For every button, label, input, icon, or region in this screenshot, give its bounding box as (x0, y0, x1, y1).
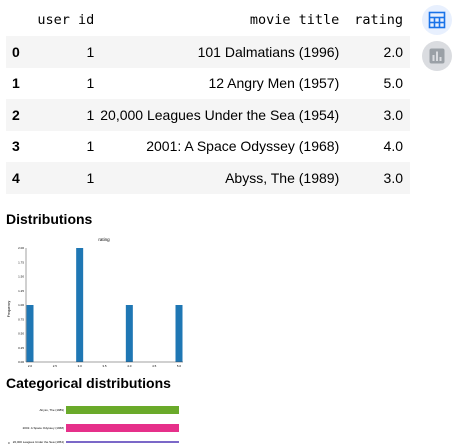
categorical-distributions-heading: Categorical distributions (6, 375, 171, 391)
cell-rating: 3.0 (383, 169, 403, 186)
cell-movie-title: 2001: A Space Odyssey (1968) (146, 138, 340, 155)
cell-user-id: 1 (86, 75, 95, 92)
table-row: 0 1 101 Dalmatians (1996) 2.0 (6, 36, 410, 68)
dataframe-table: user id movie title rating 0 1 101 Dalma… (6, 4, 410, 194)
x-tick-label: 3.0 (78, 364, 83, 368)
cell-movie-title: Abyss, The (1989) (225, 169, 340, 186)
category-bar (66, 406, 179, 414)
column-header-movie-title: movie title (249, 12, 340, 28)
cell-user-id: 1 (86, 169, 95, 186)
distributions-heading: Distributions (6, 211, 93, 227)
cell-rating: 2.0 (383, 43, 403, 60)
row-index: 2 (12, 106, 20, 123)
cell-movie-title: 101 Dalmatians (1996) (197, 43, 340, 60)
category-label: Abyss, The (1989) (40, 408, 64, 412)
cell-movie-title: 20,000 Leagues Under the Sea (1954) (100, 106, 340, 123)
y-tick-label: 0.50 (18, 332, 24, 336)
x-tick-label: 2.5 (53, 364, 58, 368)
row-index: 0 (12, 43, 20, 60)
y-tick-label: 1.75 (18, 260, 24, 264)
y-tick-label: 0 (8, 441, 10, 445)
cell-rating: 3.0 (383, 106, 403, 123)
table-header-row: user id movie title rating (6, 4, 410, 36)
row-index: 4 (12, 169, 20, 186)
y-tick-label: 1.00 (18, 303, 24, 307)
row-index: 3 (12, 138, 20, 155)
histogram-bar (26, 305, 34, 362)
y-axis-label: Frequency (7, 300, 11, 317)
histogram-bar (125, 305, 133, 362)
table-row: 4 1 Abyss, The (1989) 3.0 (6, 162, 410, 194)
table-row: 3 1 2001: A Space Odyssey (1968) 4.0 (6, 131, 410, 163)
cell-rating: 4.0 (383, 138, 403, 155)
chart-title: rating (98, 237, 110, 242)
x-tick-label: 5.0 (177, 364, 182, 368)
y-tick-label: 2.00 (18, 246, 24, 250)
rating-histogram: rating Frequency 0.00 0.25 0.50 0.75 1.00 1.2… (7, 237, 183, 368)
histogram-bar (175, 305, 183, 362)
column-header-rating: rating (354, 12, 403, 28)
category-label: 20,000 Leagues Under the Sea (1954) (13, 440, 64, 444)
cell-user-id: 1 (86, 43, 95, 60)
suggest-charts-button[interactable] (422, 41, 452, 71)
table-row: 2 1 20,000 Leagues Under the Sea (1954) … (6, 99, 410, 131)
cell-user-id: 1 (86, 106, 95, 123)
index-header (6, 4, 37, 36)
y-tick-label: 1.25 (18, 289, 24, 293)
convert-to-interactive-table-button[interactable] (422, 5, 452, 35)
x-tick-label: 2.0 (28, 364, 33, 368)
histogram-bar (76, 248, 84, 362)
cell-movie-title: 12 Angry Men (1957) (208, 75, 340, 92)
categorical-chart: Abyss, The (1989) 2001: A Space Odyssey (… (8, 406, 179, 445)
y-tick-label: 0.00 (18, 360, 24, 364)
table-icon (428, 11, 446, 29)
category-label: 2001: A Space Odyssey (1968) (23, 426, 64, 430)
column-header-user-id: user id (37, 12, 95, 28)
category-bar (66, 441, 179, 443)
cell-user-id: 1 (86, 138, 95, 155)
row-index: 1 (12, 75, 20, 92)
x-tick-label: 3.5 (102, 364, 107, 368)
y-tick-label: 0.25 (18, 346, 24, 350)
table-row: 1 1 12 Angry Men (1957) 5.0 (6, 68, 410, 100)
bar-chart-icon (429, 48, 445, 64)
y-tick-label: 1.50 (18, 275, 24, 279)
x-tick-label: 4.0 (127, 364, 132, 368)
cell-rating: 5.0 (383, 75, 403, 92)
y-tick-label: 0.75 (18, 317, 24, 321)
x-tick-label: 4.5 (152, 364, 157, 368)
category-bar (66, 424, 179, 432)
